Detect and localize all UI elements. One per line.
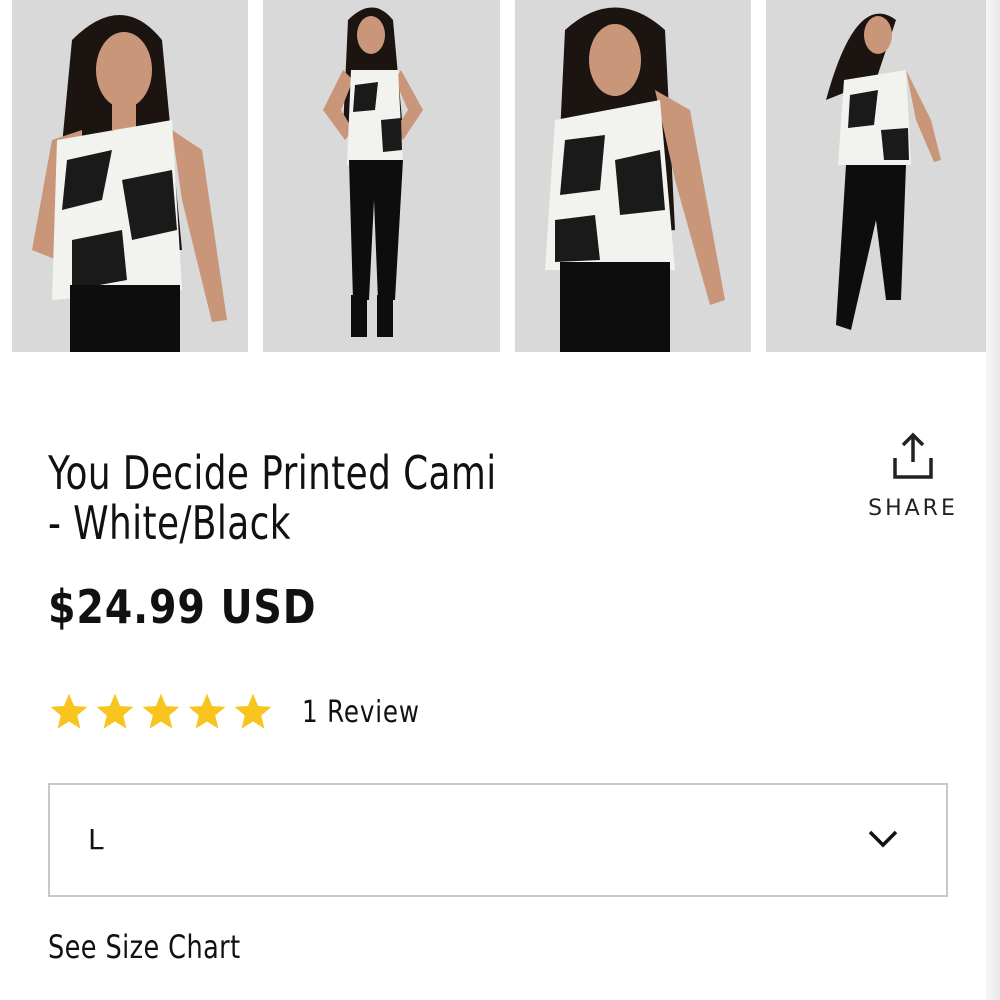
product-image-2[interactable] [263,0,500,352]
product-rating: 1 Review [48,690,446,734]
product-title: You Decide Printed Cami - White/Black [48,446,497,550]
model-photo-4 [766,0,1000,352]
star-rating [48,691,274,733]
size-chart-link[interactable]: See Size Chart [48,928,241,966]
product-page: You Decide Printed Cami - White/Black SH… [0,0,1000,1000]
star-icon [234,693,272,729]
share-upload-icon [893,432,933,479]
size-select[interactable]: L [48,783,948,897]
product-image-1[interactable] [12,0,248,352]
size-selected-value: L [88,823,104,856]
star-icon [96,693,134,729]
share-button[interactable]: SHARE [868,432,958,521]
model-photo-2 [263,0,500,352]
star-icon [50,693,88,729]
model-photo-1 [12,0,248,352]
product-image-gallery [0,0,1000,352]
star-icon [188,693,226,729]
star-icon [142,693,180,729]
product-image-3[interactable] [515,0,751,352]
chevron-down-icon [868,830,898,848]
product-image-4[interactable] [766,0,1000,352]
review-count-link[interactable]: 1 Review [302,695,420,730]
model-photo-3 [515,0,751,352]
product-price: $24.99 USD [48,580,317,634]
scrollbar[interactable] [986,0,1000,1000]
share-label: SHARE [868,496,958,521]
